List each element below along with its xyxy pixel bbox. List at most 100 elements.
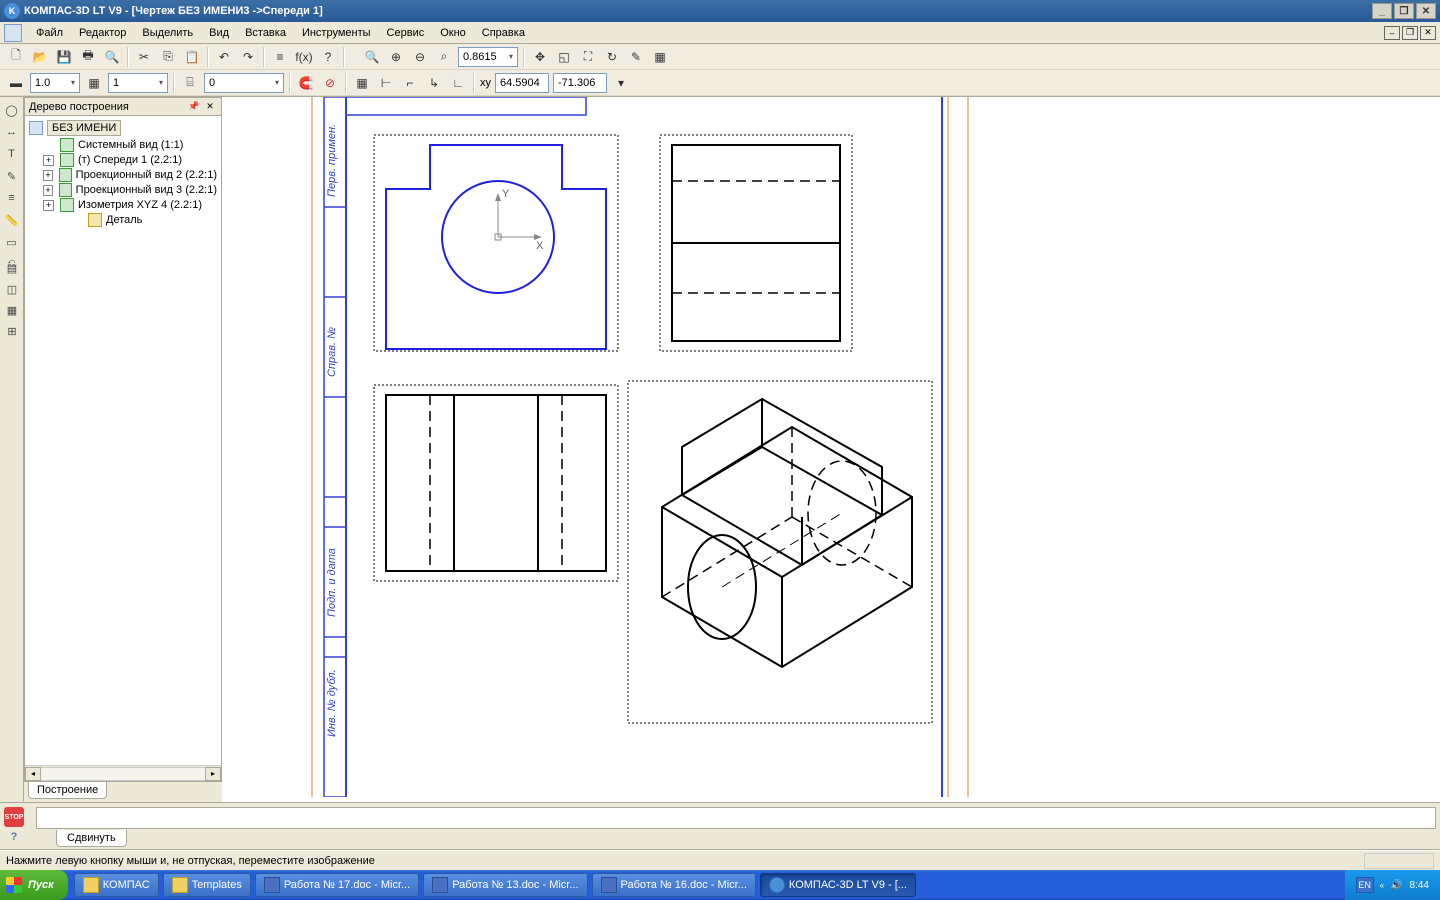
refresh-button[interactable]: ✎ <box>625 46 647 68</box>
coord-x-field[interactable]: 64.5904 <box>495 73 549 93</box>
open-button[interactable]: 📂 <box>29 46 51 68</box>
undo-button[interactable]: ↶ <box>213 46 235 68</box>
maximize-button[interactable]: ❐ <box>1394 3 1414 19</box>
mdi-restore-button[interactable]: ❐ <box>1402 26 1418 40</box>
save-button[interactable]: 💾 <box>53 46 75 68</box>
start-button[interactable]: Пуск <box>0 870 68 900</box>
menu-view[interactable]: Вид <box>201 25 237 41</box>
new-button[interactable]: 🗋 <box>5 46 27 68</box>
print-button[interactable]: 🖶 <box>77 46 99 68</box>
menu-help[interactable]: Справка <box>474 25 533 41</box>
copy-button[interactable]: ⎘ <box>157 46 179 68</box>
bottom-tab[interactable]: Сдвинуть <box>56 830 127 847</box>
zoom-out-button[interactable]: ⊖ <box>409 46 431 68</box>
tree-item[interactable]: +Проекционный вид 3 (2.2:1) <box>43 183 217 197</box>
zoom-prev-button[interactable]: ◱ <box>553 46 575 68</box>
tree-root[interactable]: БЕЗ ИМЕНИ <box>29 120 217 136</box>
menu-file[interactable]: Файл <box>28 25 71 41</box>
menu-select[interactable]: Выделить <box>134 25 201 41</box>
variables-button[interactable]: f(x) <box>293 46 315 68</box>
stop-button[interactable]: STOP <box>4 807 24 827</box>
zoom-in-button[interactable]: ⊕ <box>385 46 407 68</box>
round-button[interactable]: ⌐ <box>399 72 421 94</box>
tree-item[interactable]: +Изометрия XYZ 4 (2.2:1) <box>43 198 217 212</box>
coord-sys-button[interactable]: ∟ <box>447 72 469 94</box>
ortho-button[interactable]: ⊢ <box>375 72 397 94</box>
svg-text:Подп. и дата: Подп. и дата <box>326 548 338 617</box>
linestyle-button[interactable]: ▬ <box>5 72 27 94</box>
redraw-button[interactable]: ↻ <box>601 46 623 68</box>
expand-icon[interactable]: + <box>43 185 53 196</box>
mdi-minimize-button[interactable]: – <box>1384 26 1400 40</box>
taskbar-item[interactable]: КОМПАС <box>74 873 159 897</box>
scroll-left-button[interactable]: ◂ <box>25 767 41 781</box>
view-list-button[interactable]: ▦ <box>2 300 22 320</box>
layers-manager-button[interactable]: ⌸ <box>179 72 201 94</box>
properties-button[interactable]: ≡ <box>269 46 291 68</box>
tray-expand-button[interactable]: « <box>1380 881 1384 890</box>
menu-service[interactable]: Сервис <box>379 25 433 41</box>
view-tree-button[interactable]: ▤ <box>2 258 22 278</box>
preview-button[interactable]: 🔍 <box>101 46 123 68</box>
taskbar-item[interactable]: Templates <box>163 873 251 897</box>
mdi-close-button[interactable]: ✕ <box>1420 26 1436 40</box>
geometry-tool[interactable]: ◯ <box>2 100 22 120</box>
view-extra-button[interactable]: ⊞ <box>2 321 22 341</box>
coord-menu-button[interactable]: ▾ <box>610 72 632 94</box>
scroll-right-button[interactable]: ▸ <box>205 767 221 781</box>
menu-window[interactable]: Окно <box>432 25 474 41</box>
edit-tool[interactable]: ✎ <box>2 166 22 186</box>
zoom-scale-button[interactable]: ⌕ <box>433 46 455 68</box>
pan-button[interactable]: ✥ <box>529 46 551 68</box>
tree-item[interactable]: +Проекционный вид 2 (2.2:1) <box>43 168 217 182</box>
coord-y-field[interactable]: -71.306 <box>553 73 607 93</box>
tree-item[interactable]: Системный вид (1:1) <box>43 138 217 152</box>
zoom-combo[interactable]: 0.8615 <box>458 47 518 67</box>
current-layer-button[interactable]: ▦ <box>83 72 105 94</box>
expand-icon[interactable]: + <box>43 155 54 166</box>
close-button[interactable]: ✕ <box>1416 3 1436 19</box>
taskbar-item[interactable]: КОМПАС-3D LT V9 - [... <box>760 873 916 897</box>
construction-tree[interactable]: БЕЗ ИМЕНИ Системный вид (1:1)+(т) Сперед… <box>25 116 221 765</box>
taskbar-item[interactable]: Работа № 17.doc - Micr... <box>255 873 419 897</box>
taskbar-item[interactable]: Работа № 16.doc - Micr... <box>592 873 756 897</box>
select-tool[interactable]: ▭ <box>2 232 22 252</box>
menu-edit[interactable]: Редактор <box>71 25 134 41</box>
paste-button[interactable]: 📋 <box>181 46 203 68</box>
tree-hscroll[interactable]: ◂ ▸ <box>25 765 221 781</box>
parameterize-tool[interactable]: ≡ <box>2 188 22 208</box>
minimize-button[interactable]: _ <box>1372 3 1392 19</box>
drawing-canvas[interactable]: Перв. примен. Справ. № Подп. и дата Инв.… <box>222 97 1440 802</box>
language-indicator[interactable]: EN <box>1356 877 1374 893</box>
layer-combo[interactable]: 1 <box>108 73 168 93</box>
layers-button[interactable]: ▦ <box>649 46 671 68</box>
zoom-fit-button[interactable]: ⛶ <box>577 46 599 68</box>
menu-insert[interactable]: Вставка <box>237 25 294 41</box>
zoom-window-button[interactable]: 🔍 <box>361 46 383 68</box>
measure-tool[interactable]: 📏 <box>2 210 22 230</box>
taskbar-item[interactable]: Работа № 13.doc - Micr... <box>423 873 587 897</box>
tray-volume-icon[interactable]: 🔊 <box>1390 880 1402 891</box>
tree-tab[interactable]: Построение <box>28 782 107 799</box>
local-cs-button[interactable]: ↳ <box>423 72 445 94</box>
dimensions-tool[interactable]: ↔ <box>2 122 22 142</box>
snap-off-button[interactable]: ⊘ <box>319 72 341 94</box>
view-manager-button[interactable]: ◫ <box>2 279 22 299</box>
help-button[interactable]: ? <box>317 46 339 68</box>
tree-close-button[interactable]: ✕ <box>203 100 217 114</box>
tree-item[interactable]: +(т) Спереди 1 (2.2:1) <box>43 153 217 167</box>
style-combo[interactable]: 0 <box>204 73 284 93</box>
menu-tools[interactable]: Инструменты <box>294 25 379 41</box>
taskbar-clock[interactable]: 8:44 <box>1410 880 1429 891</box>
notations-tool[interactable]: T <box>2 144 22 164</box>
expand-icon[interactable]: + <box>43 170 53 181</box>
linewidth-combo[interactable]: 1.0 <box>30 73 80 93</box>
cut-button[interactable]: ✂ <box>133 46 155 68</box>
expand-icon[interactable]: + <box>43 200 54 211</box>
snap-on-button[interactable]: 🧲 <box>295 72 317 94</box>
tree-pin-button[interactable]: 📌 <box>187 100 201 114</box>
property-input[interactable] <box>36 807 1436 829</box>
grid-button[interactable]: ▦ <box>351 72 373 94</box>
tree-detail-item[interactable]: Деталь <box>71 213 217 227</box>
redo-button[interactable]: ↷ <box>237 46 259 68</box>
